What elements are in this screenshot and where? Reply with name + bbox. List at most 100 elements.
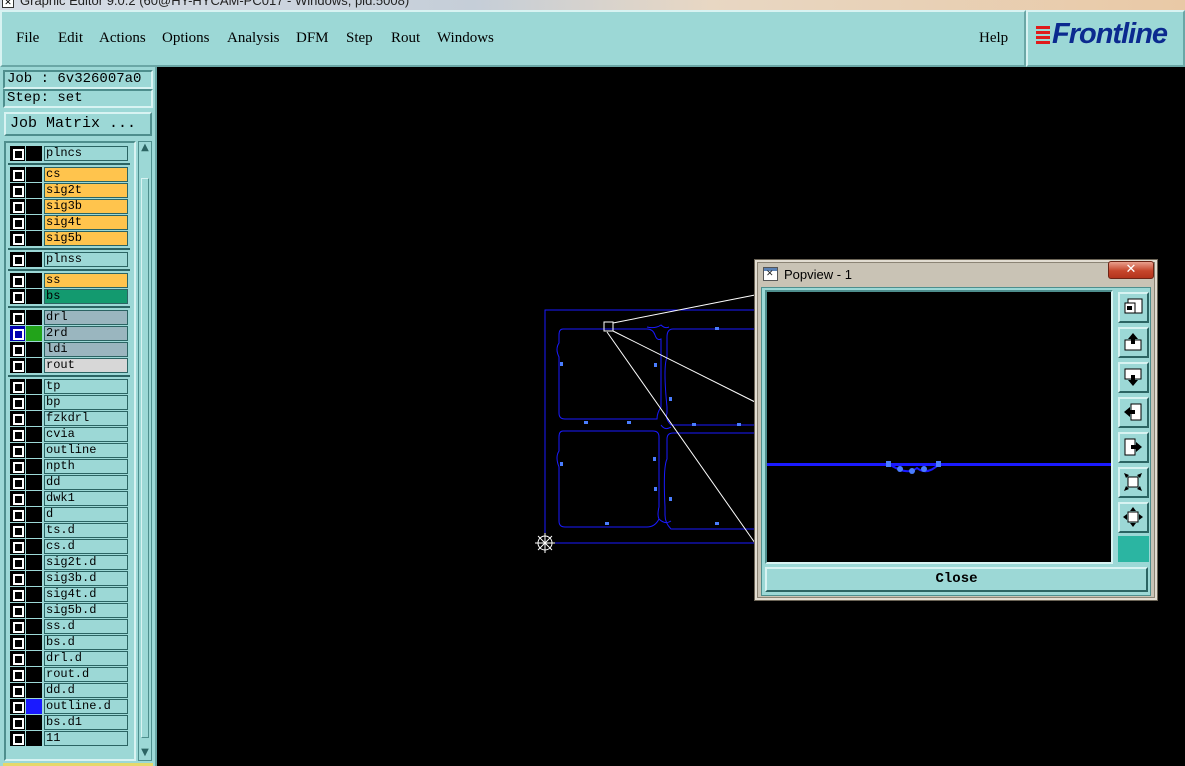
popview-title-bar[interactable]: Popview - 1 ✕ — [758, 261, 1154, 286]
layer-checkbox[interactable] — [10, 571, 25, 586]
layer-checkbox[interactable] — [10, 539, 25, 554]
layer-checkbox[interactable] — [10, 507, 25, 522]
layer-name[interactable]: ts.d — [44, 523, 128, 538]
layer-name[interactable]: ldi — [44, 342, 128, 357]
layer-row-plncs[interactable]: plncs — [9, 146, 129, 161]
layer-checkbox[interactable] — [10, 427, 25, 442]
layer-color-swatch[interactable] — [26, 289, 42, 304]
layer-row-sig3b-d[interactable]: sig3b.d — [9, 571, 129, 586]
layer-row-outline[interactable]: outline — [9, 443, 129, 458]
scroll-up-icon[interactable]: ▲ — [140, 143, 150, 153]
layer-color-swatch[interactable] — [26, 507, 42, 522]
layer-checkbox[interactable] — [10, 667, 25, 682]
layer-name[interactable]: bp — [44, 395, 128, 410]
layer-name[interactable]: rout — [44, 358, 128, 373]
layer-row-bs-d1[interactable]: bs.d1 — [9, 715, 129, 730]
layer-checkbox[interactable] — [10, 651, 25, 666]
layer-checkbox[interactable] — [10, 379, 25, 394]
layer-color-swatch[interactable] — [26, 603, 42, 618]
layer-row-cs-d[interactable]: cs.d — [9, 539, 129, 554]
layer-name[interactable]: dd.d — [44, 683, 128, 698]
menu-windows[interactable]: Windows — [437, 30, 494, 47]
layer-row-tp[interactable]: tp — [9, 379, 129, 394]
layer-row-outline-d[interactable]: outline.d — [9, 699, 129, 714]
layer-row-cs[interactable]: cs — [9, 167, 129, 182]
layer-checkbox[interactable] — [10, 310, 25, 325]
layer-color-swatch[interactable] — [26, 146, 42, 161]
layer-color-swatch[interactable] — [26, 358, 42, 373]
layer-checkbox[interactable] — [10, 167, 25, 182]
layer-row-sig5b-d[interactable]: sig5b.d — [9, 603, 129, 618]
menu-analysis[interactable]: Analysis — [227, 30, 280, 47]
layer-row-ss[interactable]: ss — [9, 273, 129, 288]
layer-row-drl-d[interactable]: drl.d — [9, 651, 129, 666]
layer-name[interactable]: drl — [44, 310, 128, 325]
layer-color-swatch[interactable] — [26, 252, 42, 267]
layer-name[interactable]: cvia — [44, 427, 128, 442]
layer-row-ldi[interactable]: ldi — [9, 342, 129, 357]
layer-checkbox[interactable] — [10, 199, 25, 214]
layer-row-dd-d[interactable]: dd.d — [9, 683, 129, 698]
layer-checkbox[interactable] — [10, 523, 25, 538]
layer-color-swatch[interactable] — [26, 667, 42, 682]
layer-color-swatch[interactable] — [26, 443, 42, 458]
layer-checkbox[interactable] — [10, 183, 25, 198]
menu-file[interactable]: File — [16, 30, 39, 47]
layer-row-11[interactable]: 11 — [9, 731, 129, 746]
layer-row-sig2t-d[interactable]: sig2t.d — [9, 555, 129, 570]
layer-name[interactable]: sig2t.d — [44, 555, 128, 570]
layer-checkbox[interactable] — [10, 619, 25, 634]
layer-name[interactable]: bs.d1 — [44, 715, 128, 730]
layer-name[interactable]: ss — [44, 273, 128, 288]
layer-name[interactable]: ss.d — [44, 619, 128, 634]
layer-checkbox[interactable] — [10, 715, 25, 730]
layer-checkbox[interactable] — [10, 146, 25, 161]
layer-color-swatch[interactable] — [26, 587, 42, 602]
layer-color-swatch[interactable] — [26, 342, 42, 357]
layer-row-rout[interactable]: rout — [9, 358, 129, 373]
layer-row-fzkdrl[interactable]: fzkdrl — [9, 411, 129, 426]
layer-color-swatch[interactable] — [26, 231, 42, 246]
layer-row-rout-d[interactable]: rout.d — [9, 667, 129, 682]
zoom-out-icon[interactable] — [1118, 502, 1149, 533]
layer-row-d[interactable]: d — [9, 507, 129, 522]
layer-name[interactable]: bs.d — [44, 635, 128, 650]
layer-name[interactable]: cs.d — [44, 539, 128, 554]
layer-name[interactable]: outline.d — [44, 699, 128, 714]
pan-left-icon[interactable] — [1118, 397, 1149, 428]
job-matrix-button[interactable]: Job Matrix ... — [4, 112, 152, 136]
layer-checkbox[interactable] — [10, 443, 25, 458]
layer-color-swatch[interactable] — [26, 411, 42, 426]
scroll-down-icon[interactable]: ▼ — [140, 748, 150, 758]
layer-checkbox[interactable] — [10, 273, 25, 288]
layer-name[interactable]: sig3b — [44, 199, 128, 214]
pan-right-icon[interactable] — [1118, 432, 1149, 463]
layer-color-swatch[interactable] — [26, 395, 42, 410]
layer-color-swatch[interactable] — [26, 199, 42, 214]
layer-name[interactable]: sig4t.d — [44, 587, 128, 602]
layer-color-swatch[interactable] — [26, 651, 42, 666]
layer-color-swatch[interactable] — [26, 167, 42, 182]
layer-row-sig4t-d[interactable]: sig4t.d — [9, 587, 129, 602]
layer-checkbox[interactable] — [10, 459, 25, 474]
layer-checkbox[interactable] — [10, 326, 25, 341]
layer-color-swatch[interactable] — [26, 310, 42, 325]
layer-color-swatch[interactable] — [26, 273, 42, 288]
layer-color-swatch[interactable] — [26, 539, 42, 554]
layer-name[interactable]: dwk1 — [44, 491, 128, 506]
layer-checkbox[interactable] — [10, 395, 25, 410]
layer-name[interactable]: bs — [44, 289, 128, 304]
layer-color-swatch[interactable] — [26, 523, 42, 538]
menu-edit[interactable]: Edit — [58, 30, 83, 47]
layer-checkbox[interactable] — [10, 731, 25, 746]
layer-name[interactable]: sig4t — [44, 215, 128, 230]
layer-name[interactable]: sig3b.d — [44, 571, 128, 586]
layer-checkbox[interactable] — [10, 252, 25, 267]
layer-color-swatch[interactable] — [26, 731, 42, 746]
layer-name[interactable]: 11 — [44, 731, 128, 746]
scroll-thumb[interactable] — [141, 178, 149, 738]
layer-row-sig3b[interactable]: sig3b — [9, 199, 129, 214]
layer-checkbox[interactable] — [10, 358, 25, 373]
layer-checkbox[interactable] — [10, 231, 25, 246]
layer-checkbox[interactable] — [10, 699, 25, 714]
